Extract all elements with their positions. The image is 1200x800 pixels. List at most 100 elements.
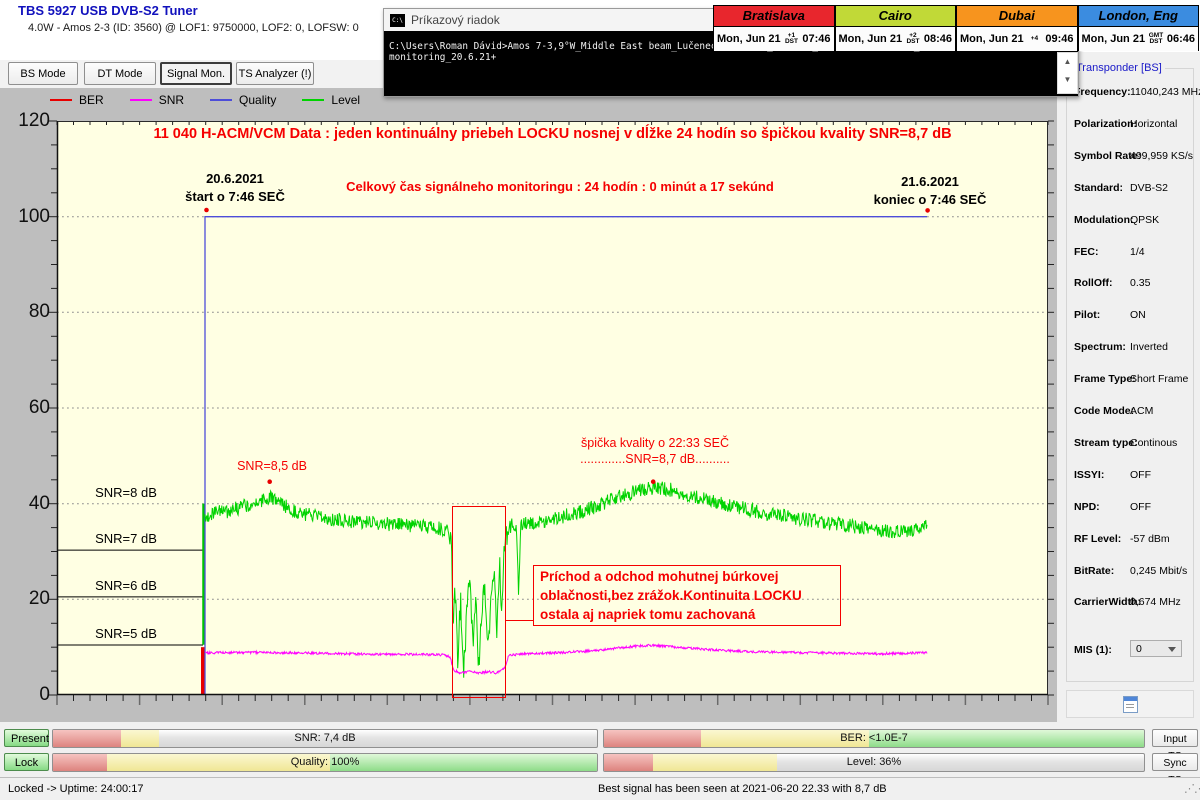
clock-city-header: London, Eng — [1079, 6, 1199, 27]
transponder-row-value: 0,245 Mbit/s — [1130, 565, 1187, 577]
tab-ts-analyzer[interactable]: TS Analyzer (!) — [236, 62, 314, 85]
transponder-row-label: Polarization: — [1074, 118, 1137, 130]
snr-threshold-label: SNR=8 dB — [70, 485, 182, 500]
transponder-row-label: BitRate: — [1074, 565, 1114, 577]
y-axis-tick-label: 0 — [8, 684, 50, 706]
mis-dropdown[interactable]: 0 — [1130, 640, 1182, 657]
legend-item-snr: SNR — [130, 93, 184, 107]
transponder-row-codemode: Code Mode:ACM — [1074, 405, 1189, 417]
legend-label: Quality — [239, 93, 276, 107]
transponder-row-modulation: Modulation:QPSK — [1074, 214, 1189, 226]
quality-bar: Quality: 100% — [52, 753, 598, 772]
clock-body: Mon, Jun 21GMTDST06:46 — [1079, 27, 1199, 51]
transponder-row-pilot: Pilot: ON — [1074, 309, 1189, 321]
transponder-row-label: Pilot: — [1074, 309, 1100, 321]
level-bar-label: Level: 36% — [604, 754, 1144, 771]
transponder-row-value: Continous — [1130, 437, 1177, 449]
y-axis-tick-label: 60 — [8, 397, 50, 419]
transponder-row-value: Inverted — [1130, 341, 1168, 353]
snr-bar-label: SNR: 7,4 dB — [53, 730, 597, 747]
ber-bar-label: BER: <1.0E-7 — [604, 730, 1144, 747]
sync-ts-button[interactable]: Sync TS — [1152, 753, 1198, 771]
legend-item-level: Level — [302, 93, 360, 107]
snr-bar: SNR: 7,4 dB — [52, 729, 598, 748]
ber-bar: BER: <1.0E-7 — [603, 729, 1145, 748]
transponder-row-fec: FEC:1/4 — [1074, 246, 1189, 258]
transponder-groupbox: Transponder [BS] Frequency:11040,243 MHz… — [1066, 68, 1194, 682]
transponder-row-value: QPSK — [1130, 214, 1159, 226]
snr-8-5-annotation: SNR=8,5 dB — [222, 459, 322, 473]
mis-label: MIS (1): — [1074, 644, 1112, 656]
bottom-status-bars: Present Lock SNR: 7,4 dB Quality: 100% B… — [0, 722, 1200, 777]
transponder-row-label: RF Level: — [1074, 533, 1121, 545]
lock-uptime-status: Locked -> Uptime: 24:00:17 — [8, 783, 143, 795]
signal-monitor-chart-panel: BERSNRQualityLevel 020406080100120 11 04… — [0, 88, 1057, 722]
app-title: TBS 5927 USB DVB-S2 Tuner — [18, 3, 198, 18]
cmd-scrollbar[interactable]: ▲ ▼ — [1057, 52, 1078, 94]
legend-swatch — [130, 99, 152, 101]
resize-grip[interactable]: ⋰⋰ — [1184, 782, 1200, 795]
transponder-row-label: RollOff: — [1074, 277, 1113, 289]
level-bar: Level: 36% — [603, 753, 1145, 772]
chart-title-annotation: 11 040 H-ACM/VCM Data : jeden kontinuáln… — [57, 126, 1048, 142]
transponder-row-carrierwidth: CarrierWidth:0,674 MHz — [1074, 596, 1189, 608]
transponder-row-label: ISSYI: — [1074, 469, 1104, 481]
ts-icon-box — [1066, 690, 1194, 718]
legend-swatch — [50, 99, 72, 101]
present-button[interactable]: Present — [4, 729, 49, 747]
clock-date: Mon, Jun 21 — [717, 33, 781, 45]
clock-body: Mon, Jun 21+1DST07:46 — [714, 27, 834, 51]
start-annotation: 20.6.2021štart o 7:46 SEČ — [155, 170, 315, 206]
scroll-up-icon[interactable]: ▲ — [1058, 53, 1077, 71]
transponder-row-value: Horizontal — [1130, 118, 1177, 130]
transponder-row-value: 499,959 KS/s — [1130, 150, 1193, 162]
y-axis-tick-label: 40 — [8, 493, 50, 515]
snr-threshold-label: SNR=6 dB — [70, 578, 182, 593]
legend-label: Level — [331, 93, 360, 107]
input-ts-button[interactable]: Input TS — [1152, 729, 1198, 747]
status-bar: Locked -> Uptime: 24:00:17 Best signal h… — [0, 777, 1200, 800]
transponder-row-issyi: ISSYI:OFF — [1074, 469, 1189, 481]
clock-utc-offset: +4 — [1024, 36, 1046, 43]
clock-body: Mon, Jun 21+2DST08:46 — [836, 27, 956, 51]
transponder-row-label: Frequency: — [1074, 86, 1131, 98]
y-axis-tick-label: 120 — [8, 110, 50, 132]
snr-threshold-label: SNR=5 dB — [70, 626, 182, 641]
y-axis-tick-label: 80 — [8, 301, 50, 323]
legend-swatch — [302, 99, 324, 101]
transponder-row-spectrum: Spectrum:Inverted — [1074, 341, 1189, 353]
clock-date: Mon, Jun 21 — [960, 33, 1024, 45]
clock-london-eng: London, EngMon, Jun 21GMTDST06:46 — [1078, 5, 1200, 51]
clock-time: 08:46 — [924, 33, 952, 45]
transport-stream-icon — [1123, 696, 1138, 713]
cmd-window-title: Príkazový riadok — [411, 13, 500, 27]
clock-time: 07:46 — [802, 33, 830, 45]
storm-note-box: Príchod a odchod mohutnej búrkovejoblačn… — [533, 565, 841, 626]
storm-highlight-rect — [452, 506, 506, 698]
world-clocks-panel: BratislavaMon, Jun 21+1DST07:46CairoMon,… — [713, 5, 1199, 51]
clock-city-header: Cairo — [836, 6, 956, 27]
tab-dt-mode[interactable]: DT Mode — [84, 62, 156, 85]
legend-item-quality: Quality — [210, 93, 276, 107]
tab-bs-mode[interactable]: BS Mode — [8, 62, 78, 85]
transponder-row-polarization: Polarization:Horizontal — [1074, 118, 1189, 130]
lock-button[interactable]: Lock — [4, 753, 49, 771]
transponder-row-label: Code Mode: — [1074, 405, 1134, 417]
y-axis-tick-label: 20 — [8, 588, 50, 610]
transponder-row-value: ON — [1130, 309, 1146, 321]
legend-label: SNR — [159, 93, 184, 107]
transponder-row-value: 0.35 — [1130, 277, 1150, 289]
transponder-row-label: Standard: — [1074, 182, 1123, 194]
transponder-row-label: FEC: — [1074, 246, 1099, 258]
tab-signal-mon[interactable]: Signal Mon. — [160, 62, 232, 85]
clock-utc-offset: +1DST — [781, 33, 803, 46]
transponder-row-value: -57 dBm — [1130, 533, 1170, 545]
clock-city-header: Dubai — [957, 6, 1077, 27]
transponder-panel: Transponder [BS] Frequency:11040,243 MHz… — [1057, 52, 1200, 777]
scroll-down-icon[interactable]: ▼ — [1058, 71, 1077, 89]
legend-label: BER — [79, 93, 104, 107]
transponder-row-bitrate: BitRate: 0,245 Mbit/s — [1074, 565, 1189, 577]
transponder-row-symbolrate: Symbol Rate:499,959 KS/s — [1074, 150, 1189, 162]
storm-leader-line — [505, 620, 533, 621]
transponder-row-standard: Standard:DVB-S2 — [1074, 182, 1189, 194]
